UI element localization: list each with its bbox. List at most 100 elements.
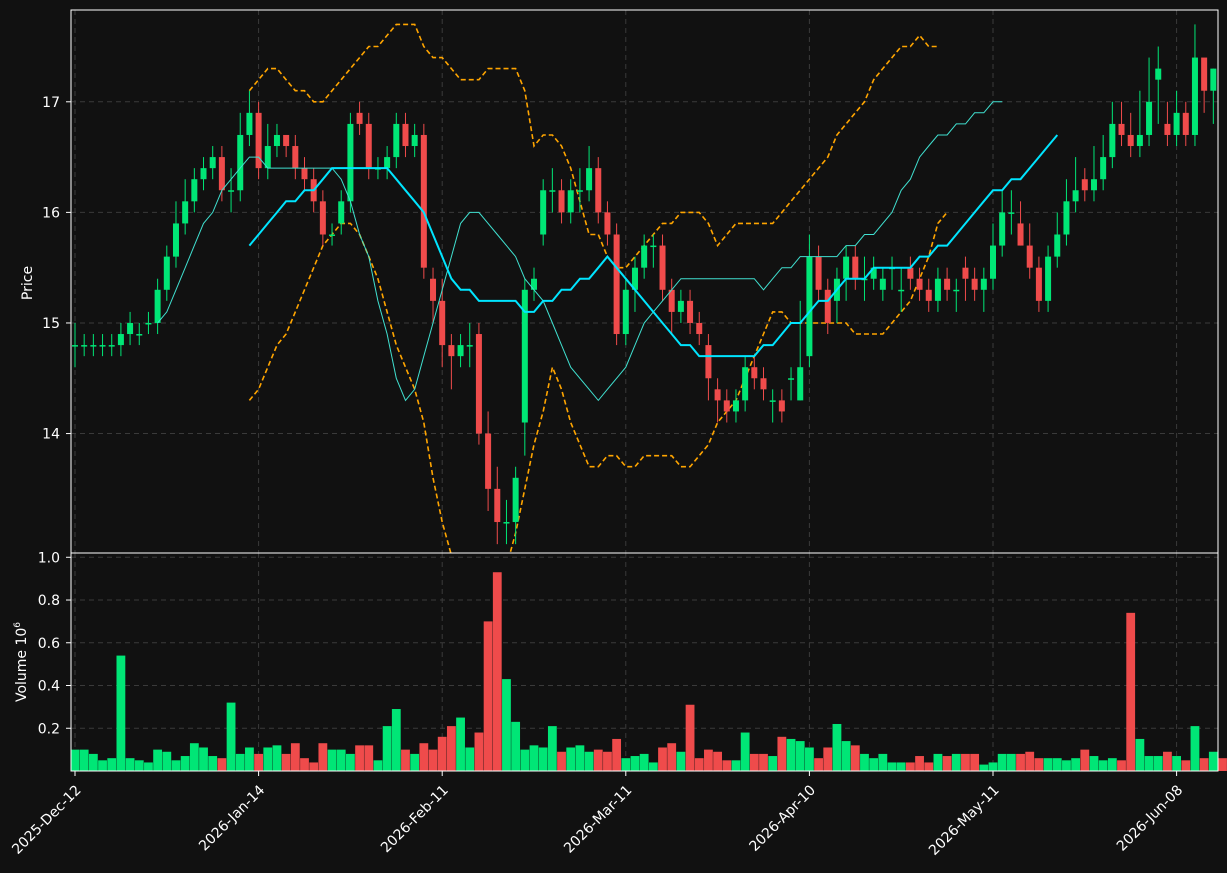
candle-body — [852, 256, 859, 279]
volume-bar — [768, 756, 778, 771]
volume-bar — [254, 753, 263, 771]
volume-bar — [245, 747, 254, 771]
candle-body — [172, 223, 179, 257]
volume-bar — [1135, 738, 1145, 771]
candle-body — [145, 322, 152, 325]
candle-body — [1191, 57, 1198, 135]
candle-body — [237, 134, 244, 191]
candle-body — [329, 234, 336, 236]
candle-body — [815, 256, 822, 290]
volume-bar — [860, 753, 869, 771]
volume-y-tick-label: 0.6 — [38, 636, 60, 652]
candle-body — [90, 345, 97, 347]
candle-body — [953, 289, 960, 292]
candle-body — [650, 245, 657, 248]
volume-bar — [740, 732, 750, 771]
price-axis-label: Price — [20, 266, 36, 300]
volume-bar — [1199, 758, 1209, 771]
volume-bar — [997, 753, 1007, 771]
volume-bar — [1052, 758, 1062, 771]
volume-bar — [942, 756, 952, 771]
volume-bar — [1163, 751, 1172, 771]
price-y-tick-label: 15 — [42, 316, 60, 332]
volume-bar — [134, 760, 144, 771]
candle-body — [567, 190, 574, 213]
volume-bar — [529, 745, 539, 771]
candlestick-chart: 14 15 16 17 Price 0.2 0.4 0.6 0.8 1.0 Volume 10… — [0, 0, 1227, 873]
candle-body — [163, 256, 170, 290]
candle-body — [576, 190, 583, 192]
volume-bar — [630, 756, 640, 771]
volume-bar — [786, 738, 796, 771]
candle-body — [659, 245, 666, 290]
volume-bar — [915, 756, 924, 771]
candle-body — [714, 389, 721, 401]
volume-bar — [658, 747, 667, 771]
volume-bar — [988, 762, 998, 771]
volume-bar — [685, 704, 695, 771]
volume-bar — [961, 753, 970, 771]
candle-body — [788, 378, 795, 380]
volume-bar — [309, 762, 319, 771]
candle-body — [384, 157, 391, 169]
candle-body — [622, 289, 629, 335]
volume-bar — [1016, 753, 1025, 771]
volume-bar — [290, 743, 300, 771]
candle-body — [990, 245, 996, 279]
candle-body — [1090, 179, 1097, 191]
candle-body — [117, 334, 124, 346]
candle-body — [154, 289, 161, 323]
candle-body — [246, 112, 253, 135]
candle-body — [301, 168, 308, 180]
candle-body — [1109, 123, 1116, 158]
candle-body — [99, 345, 106, 347]
candle-body — [999, 212, 1006, 246]
volume-bar — [70, 749, 80, 771]
candle-body — [218, 157, 225, 191]
volume-bar — [1098, 760, 1108, 771]
candle-body — [1081, 179, 1088, 191]
candle-body — [751, 367, 758, 379]
candle-body — [494, 488, 501, 523]
volume-bar — [584, 751, 594, 771]
volume-bar — [446, 726, 456, 771]
candle-body — [1100, 157, 1107, 180]
candle-body — [72, 345, 78, 347]
volume-bar — [235, 753, 245, 771]
candle-body — [595, 168, 602, 213]
volume-bar — [79, 749, 89, 771]
volume-bar — [1126, 612, 1136, 771]
volume-axis-exponent: 6 — [13, 622, 23, 628]
candle-body — [503, 522, 510, 524]
candle-body — [1155, 68, 1162, 80]
volume-bar — [1034, 758, 1044, 771]
volume-bar — [547, 726, 557, 771]
candle-body — [81, 345, 88, 347]
candle-body — [934, 278, 941, 301]
volume-bar — [1071, 758, 1081, 771]
volume-bar — [1153, 756, 1163, 771]
price-y-tick-label: 14 — [42, 427, 60, 443]
candle-body — [705, 345, 712, 379]
volume-bar — [603, 751, 612, 771]
candle-body — [1008, 212, 1015, 214]
candle-body — [980, 278, 987, 290]
volume-bar — [144, 762, 153, 771]
candle-body — [613, 234, 620, 335]
volume-bar — [878, 753, 888, 771]
candle-body — [1201, 57, 1208, 91]
candle-body — [283, 134, 290, 147]
volume-bar — [401, 749, 410, 771]
candle-body — [1035, 267, 1042, 301]
candle-body — [1173, 112, 1180, 135]
candle-body — [228, 190, 235, 192]
volume-bar — [208, 756, 218, 771]
candle-body — [1127, 134, 1134, 147]
candle-body — [916, 278, 923, 290]
candle-body — [558, 190, 565, 213]
volume-bar — [538, 747, 548, 771]
volume-bar — [226, 702, 236, 771]
candle-body — [1118, 123, 1125, 135]
volume-bar — [171, 760, 181, 771]
volume-bar — [905, 762, 915, 771]
